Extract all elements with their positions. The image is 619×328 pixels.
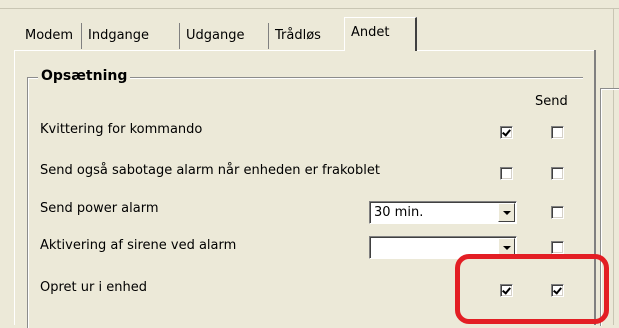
power-alarm-select[interactable]: 30 min.	[369, 201, 517, 224]
power-alarm-select-value: 30 min.	[374, 205, 424, 220]
tab-label: Indgange	[88, 28, 150, 43]
row-label-sabotage: Send også sabotage alarm når enheden er …	[40, 163, 380, 178]
tab-panel-left-edge	[14, 50, 15, 325]
window-top-edge	[0, 8, 619, 9]
row-label-sirene: Aktivering af sirene ved alarm	[40, 238, 237, 253]
send-column-header: Send	[535, 94, 568, 109]
tab-strip-edge	[14, 50, 594, 51]
tab-tradlos[interactable]: Trådløs	[270, 23, 345, 49]
tab-label: Trådløs	[275, 28, 321, 43]
checkbox-sabotage[interactable]	[500, 167, 513, 180]
row-label-power-alarm: Send power alarm	[40, 201, 159, 216]
row-label-kvittering: Kvittering for kommando	[40, 122, 203, 137]
send-checkbox-power-alarm[interactable]	[551, 206, 564, 219]
tab-label: Modem	[25, 28, 74, 43]
highlight-annotation	[455, 254, 609, 324]
checkbox-kvittering[interactable]	[500, 126, 513, 139]
tab-indgange[interactable]: Indgange	[83, 23, 180, 49]
dialog-window: Modem Indgange Udgange Trådløs Andet Ops…	[0, 0, 619, 328]
groupbox-title: Opsætning	[38, 68, 131, 84]
tab-label: Andet	[351, 25, 390, 40]
send-checkbox-sabotage[interactable]	[551, 167, 564, 180]
row-label-opret-ur: Opret ur i enhed	[40, 280, 147, 295]
tab-udgange[interactable]: Udgange	[181, 23, 269, 49]
chevron-down-icon[interactable]	[498, 203, 515, 222]
tab-modem[interactable]: Modem	[20, 23, 82, 49]
tab-andet[interactable]: Andet	[344, 17, 417, 51]
send-checkbox-sirene[interactable]	[551, 241, 564, 254]
tab-label: Udgange	[186, 28, 245, 43]
send-checkbox-kvittering[interactable]	[551, 126, 564, 139]
